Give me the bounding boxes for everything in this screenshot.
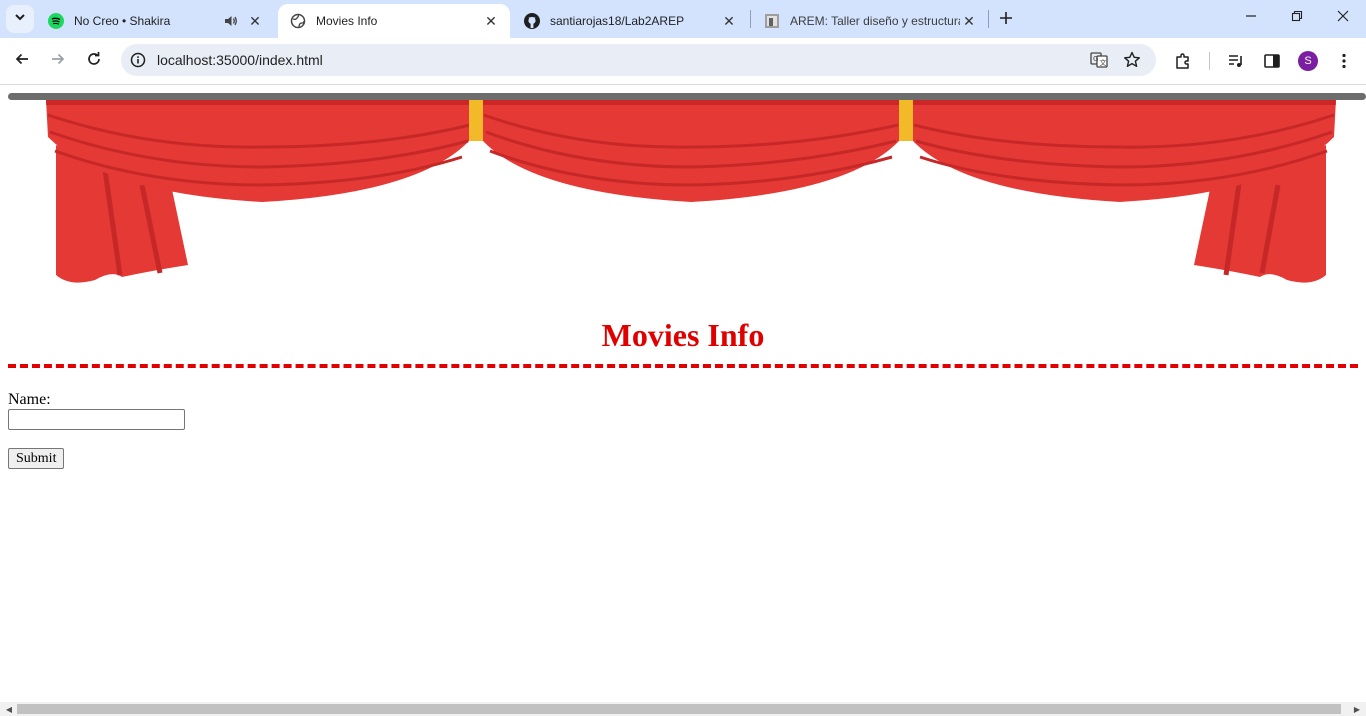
chevron-down-icon	[14, 10, 26, 28]
title-divider	[8, 364, 1358, 368]
tab-title: santiarojas18/Lab2AREP	[550, 14, 685, 28]
close-window-button[interactable]	[1320, 0, 1366, 36]
tab-title: AREM: Taller diseño y estructura	[790, 14, 960, 28]
submit-button[interactable]: Submit	[8, 448, 65, 469]
site-info-icon[interactable]	[128, 50, 148, 70]
minimize-icon	[1245, 9, 1257, 27]
name-label: Name:	[8, 391, 51, 408]
tab-separator	[750, 10, 751, 28]
url-text: localhost:35000/index.html	[157, 52, 323, 68]
theater-curtain-image	[8, 93, 1366, 283]
extensions-icon[interactable]	[1172, 50, 1194, 72]
reload-button[interactable]	[79, 46, 109, 76]
globe-icon	[290, 13, 306, 29]
tab-spotify[interactable]: No Creo • Shakira ✕	[36, 4, 274, 38]
minimize-button[interactable]	[1228, 0, 1274, 36]
forward-button[interactable]	[43, 46, 73, 76]
restore-button[interactable]	[1274, 0, 1320, 36]
bookmark-star-icon[interactable]	[1122, 50, 1142, 70]
spotify-icon	[48, 13, 64, 29]
reload-icon	[86, 51, 102, 72]
side-panel-icon[interactable]	[1261, 50, 1283, 72]
arrow-right-icon	[50, 51, 66, 72]
browser-toolbar: localhost:35000/index.html G文 S	[0, 38, 1366, 85]
plus-icon	[999, 8, 1013, 31]
svg-text:G: G	[1093, 55, 1098, 63]
scroll-right-icon[interactable]: ▶	[1350, 702, 1364, 716]
arrow-left-icon	[14, 51, 30, 72]
toolbar-divider	[1209, 52, 1210, 70]
address-bar[interactable]: localhost:35000/index.html G文	[121, 44, 1156, 76]
tab-search-button[interactable]	[6, 5, 34, 33]
media-control-icon[interactable]	[1225, 50, 1247, 72]
close-tab-icon[interactable]: ✕	[246, 12, 264, 30]
horizontal-scrollbar[interactable]: ◀ ▶	[0, 702, 1366, 716]
tab-title: No Creo • Shakira	[74, 14, 171, 28]
more-menu-icon[interactable]	[1333, 50, 1355, 72]
close-tab-icon[interactable]: ✕	[482, 12, 500, 30]
page-content: Movies Info Name: Submit	[0, 85, 1366, 702]
close-icon	[1337, 9, 1349, 27]
new-tab-button[interactable]	[994, 7, 1018, 31]
github-icon	[524, 13, 540, 29]
tab-movies-info[interactable]: Movies Info ✕	[278, 4, 510, 38]
scroll-left-icon[interactable]: ◀	[2, 702, 16, 716]
close-tab-icon[interactable]: ✕	[720, 12, 738, 30]
restore-icon	[1291, 9, 1303, 27]
tab-strip: No Creo • Shakira ✕ Movies Info ✕ santia…	[0, 0, 1366, 38]
speaker-icon[interactable]	[222, 12, 240, 30]
tab-arem[interactable]: AREM: Taller diseño y estructura ✕	[752, 4, 988, 38]
scrollbar-thumb[interactable]	[17, 704, 1341, 714]
svg-text:文: 文	[1100, 58, 1107, 67]
document-icon	[764, 13, 780, 29]
back-button[interactable]	[7, 46, 37, 76]
close-tab-icon[interactable]: ✕	[960, 12, 978, 30]
tab-title: Movies Info	[316, 14, 378, 28]
tab-separator	[988, 10, 989, 28]
tab-github[interactable]: santiarojas18/Lab2AREP ✕	[512, 4, 748, 38]
name-input[interactable]	[8, 409, 185, 430]
translate-icon[interactable]: G文	[1089, 50, 1109, 70]
profile-avatar[interactable]: S	[1298, 51, 1318, 71]
page-title: Movies Info	[601, 317, 765, 353]
